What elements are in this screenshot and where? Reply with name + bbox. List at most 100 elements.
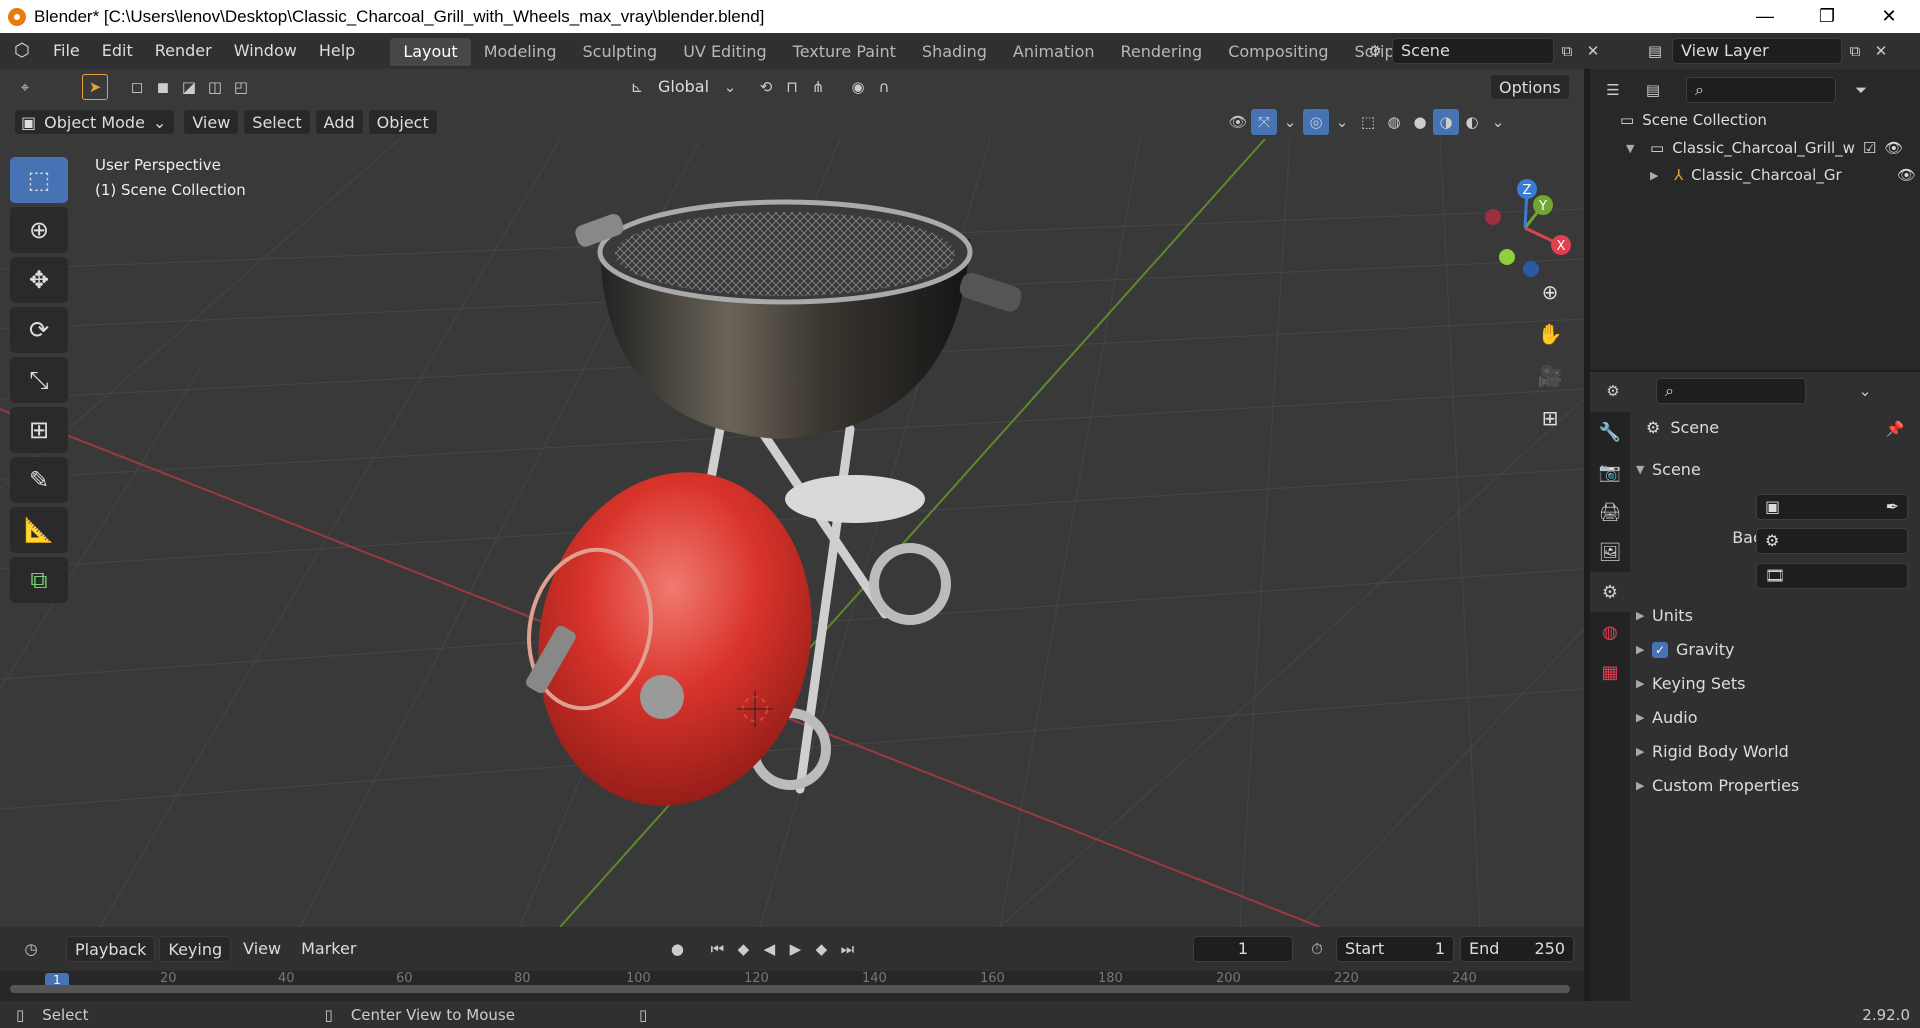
panel-units[interactable]: ▶ Units <box>1636 606 1693 625</box>
panel-rigid-body-world[interactable]: ▶ Rigid Body World <box>1636 742 1789 761</box>
tab-sculpting[interactable]: Sculpting <box>569 38 670 66</box>
new-view-layer-icon[interactable]: ⧉ <box>1842 38 1868 64</box>
chevron-down-icon[interactable]: ⌄ <box>717 74 743 100</box>
scene-name-field[interactable]: Scene <box>1392 38 1554 64</box>
panel-gravity[interactable]: ▶ ✓ Gravity <box>1636 640 1734 659</box>
visibility-eye-icon[interactable]: 👁 <box>1225 109 1251 135</box>
tab-shading[interactable]: Shading <box>909 38 1000 66</box>
filter-icon[interactable]: ⏷ <box>1848 77 1874 103</box>
outliner-row-collection[interactable]: ▼ ▭ Classic_Charcoal_Grill_w ☑ 👁 <box>1626 139 1916 157</box>
tab-modeling[interactable]: Modeling <box>471 38 570 66</box>
pivot-point-icon[interactable]: ⟲ <box>753 74 779 100</box>
measure-tool-icon[interactable]: 📐 <box>10 507 68 553</box>
transform-orientation-dropdown[interactable]: Global <box>650 74 717 100</box>
menu-file[interactable]: File <box>42 37 91 65</box>
outliner-row-object[interactable]: ▶ ⅄ Classic_Charcoal_Gr 👁 <box>1650 166 1916 184</box>
tab-animation[interactable]: Animation <box>1000 38 1108 66</box>
tab-compositing[interactable]: Compositing <box>1215 38 1341 66</box>
add-menu[interactable]: Add <box>314 109 364 135</box>
panel-audio[interactable]: ▶ Audio <box>1636 708 1697 727</box>
snap-icon[interactable]: ⊓ <box>779 74 805 100</box>
menu-help[interactable]: Help <box>308 37 366 65</box>
material-shading-icon[interactable]: ◑ <box>1433 109 1459 135</box>
solid-shading-icon[interactable]: ● <box>1407 109 1433 135</box>
add-cube-tool-icon[interactable]: ⧉ <box>10 557 68 603</box>
tab-rendering[interactable]: Rendering <box>1108 38 1216 66</box>
tab-texture-paint[interactable]: Texture Paint <box>780 38 909 66</box>
playback-menu[interactable]: Playback <box>66 936 156 962</box>
gizmo-toggle-icon[interactable]: ⤧ <box>1251 109 1277 135</box>
close-button[interactable]: ✕ <box>1858 0 1920 33</box>
checkbox-icon[interactable]: ☑ <box>1863 139 1876 157</box>
overlay-toggle-icon[interactable]: ◎ <box>1303 109 1329 135</box>
chevron-down-icon[interactable]: ⌄ <box>1485 109 1511 135</box>
output-tab-icon[interactable]: 🖨 <box>1590 492 1630 532</box>
select-new-icon[interactable]: ◻ <box>124 74 150 100</box>
scale-tool-icon[interactable]: ⤡ <box>10 357 68 403</box>
tool-tab-icon[interactable]: 🔧 <box>1590 412 1630 452</box>
cursor-tool-icon[interactable]: ⊕ <box>10 207 68 253</box>
move-tool-icon[interactable]: ✥ <box>10 257 68 303</box>
expand-arrow-icon[interactable]: ▼ <box>1626 142 1642 155</box>
scene-tab-icon[interactable]: ⚙ <box>1590 572 1630 612</box>
panel-scene-header[interactable]: ▼ Scene <box>1636 460 1701 479</box>
eye-icon[interactable]: 👁 <box>1897 166 1916 184</box>
blender-menu-icon[interactable]: ⬡ <box>14 40 36 62</box>
annotate-tool-icon[interactable]: ✎ <box>10 457 68 503</box>
proportional-edit-icon[interactable]: ◉ <box>845 74 871 100</box>
select-intersect-icon[interactable]: ◰ <box>228 74 254 100</box>
options-dropdown[interactable]: Options <box>1490 74 1570 100</box>
rotate-tool-icon[interactable]: ⟳ <box>10 307 68 353</box>
camera-field[interactable]: ▣ ✒ <box>1756 494 1908 520</box>
pin-icon[interactable]: 📌 <box>1882 416 1908 442</box>
delete-view-layer-icon[interactable]: ✕ <box>1868 38 1894 64</box>
timeline-ruler[interactable]: 1 20 40 60 80 100 120 140 160 180 200 22… <box>0 971 1584 1001</box>
navigation-gizmo[interactable]: X Y Z <box>1465 163 1584 283</box>
view-menu[interactable]: View <box>183 109 240 135</box>
snap-target-icon[interactable]: ⋔ <box>805 74 831 100</box>
gizmo-neg-x-icon[interactable] <box>1485 209 1501 225</box>
start-frame-field[interactable]: Start 1 <box>1336 936 1454 962</box>
pan-hand-icon[interactable]: ✋ <box>1532 316 1568 352</box>
view-layer-icon[interactable]: ▤ <box>1642 38 1668 64</box>
mode-dropdown[interactable]: ▣ Object Mode ⌄ <box>14 109 176 135</box>
delete-scene-icon[interactable]: ✕ <box>1580 38 1606 64</box>
keying-menu[interactable]: Keying <box>159 936 232 962</box>
select-invert-icon[interactable]: ◫ <box>202 74 228 100</box>
eye-icon[interactable]: 👁 <box>1884 139 1903 157</box>
object-menu[interactable]: Object <box>367 109 438 135</box>
chevron-down-icon[interactable]: ⌄ <box>1852 378 1878 404</box>
zoom-icon[interactable]: ⊕ <box>1532 274 1568 310</box>
render-tab-icon[interactable]: 📷 <box>1590 452 1630 492</box>
gravity-checkbox[interactable]: ✓ <box>1652 641 1668 658</box>
marker-menu[interactable]: Marker <box>293 936 364 962</box>
restore-button[interactable]: ❐ <box>1796 0 1858 33</box>
gizmo-neg-y-icon[interactable] <box>1499 249 1515 265</box>
play-reverse-icon[interactable]: ◀ <box>756 936 782 962</box>
outliner-editor-icon[interactable]: ☰ <box>1600 77 1626 103</box>
outliner-row-scene-collection[interactable]: ▭ Scene Collection <box>1620 111 1767 129</box>
eyedropper-icon[interactable]: ✒ <box>1886 495 1899 519</box>
wireframe-shading-icon[interactable]: ◍ <box>1381 109 1407 135</box>
menu-edit[interactable]: Edit <box>91 37 144 65</box>
current-frame-field[interactable]: 1 <box>1193 936 1293 962</box>
panel-custom-properties[interactable]: ▶ Custom Properties <box>1636 776 1799 795</box>
prev-keyframe-icon[interactable]: ◆ <box>730 936 756 962</box>
preview-range-icon[interactable]: ⏱ <box>1304 936 1330 962</box>
chevron-down-icon[interactable]: ⌄ <box>1277 109 1303 135</box>
3d-viewport[interactable]: ⌖ ➤ ◻ ◼ ◪ ◫ ◰ ⊾ Global ⌄ ⟲ ⊓ ⋔ ◉ ∩ Optio… <box>0 69 1584 927</box>
panel-keying-sets[interactable]: ▶ Keying Sets <box>1636 674 1745 693</box>
play-icon[interactable]: ▶ <box>782 936 808 962</box>
active-clip-field[interactable]: 🎞 <box>1756 563 1908 589</box>
xray-toggle-icon[interactable]: ⬚ <box>1355 109 1381 135</box>
background-scene-field[interactable]: ⚙ <box>1756 528 1908 554</box>
transform-tool-icon[interactable]: ⊞ <box>10 407 68 453</box>
world-tab-icon[interactable]: ◍ <box>1590 612 1630 652</box>
timeline-view-menu[interactable]: View <box>235 936 289 962</box>
texture-tab-icon[interactable]: ▦ <box>1590 652 1630 692</box>
display-mode-icon[interactable]: ▤ <box>1640 77 1666 103</box>
properties-editor-icon[interactable]: ⚙ <box>1600 378 1626 404</box>
record-icon[interactable]: ● <box>664 936 690 962</box>
outliner-search-input[interactable]: ⌕ <box>1686 77 1836 103</box>
editor-type-icon[interactable]: ⌖ <box>12 74 38 100</box>
